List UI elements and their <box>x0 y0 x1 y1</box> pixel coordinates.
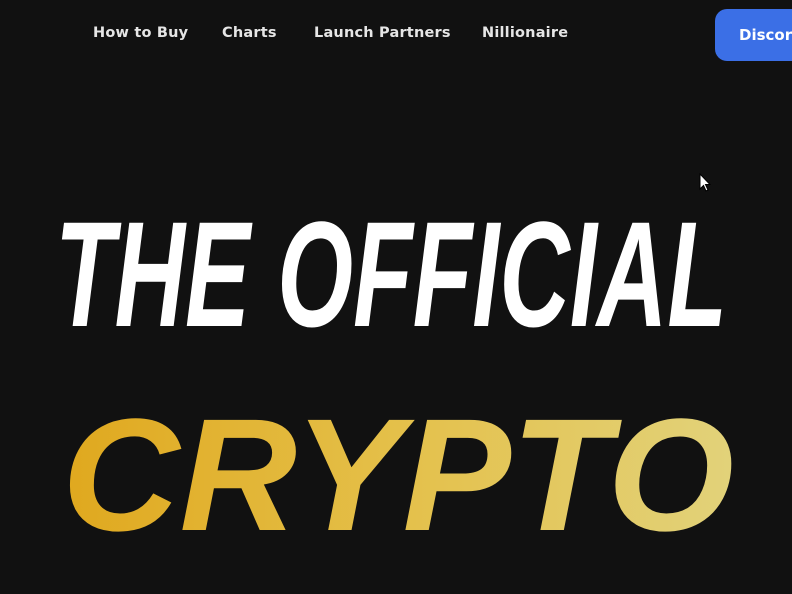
page: How to Buy Charts Launch Partners Nillio… <box>0 0 792 594</box>
mouse-pointer-icon <box>699 173 711 192</box>
hero-title-line1: THE OFFICIAL <box>55 190 727 358</box>
hero-heading: THE OFFICIAL CRYPTO <box>55 190 734 564</box>
hero-title-line2: CRYPTO <box>62 385 734 564</box>
